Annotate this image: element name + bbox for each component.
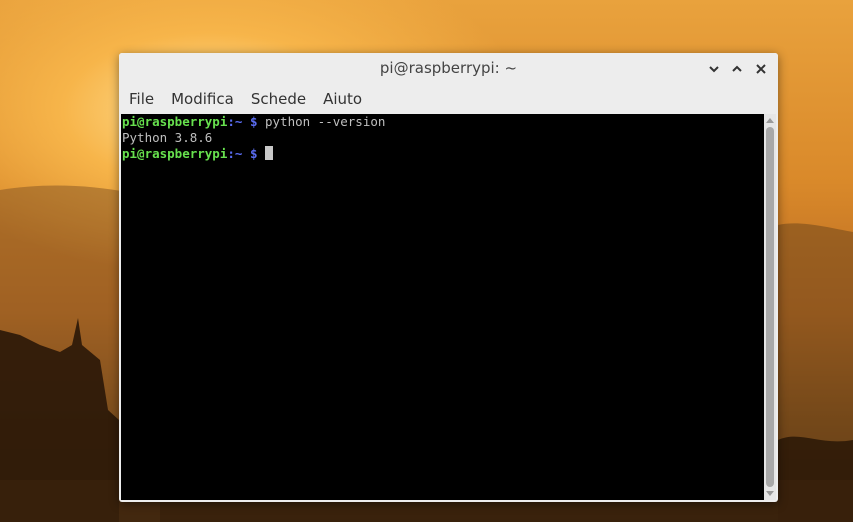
- terminal-line: pi@raspberrypi:~ $: [121, 146, 764, 162]
- prompt-symbol: $: [242, 114, 265, 129]
- terminal-line: Python 3.8.6: [121, 130, 764, 146]
- prompt-symbol: $: [242, 146, 265, 161]
- prompt-user: pi@raspberrypi: [122, 146, 228, 161]
- scroll-down-icon[interactable]: [764, 488, 776, 500]
- vertical-scrollbar[interactable]: [764, 114, 776, 500]
- close-icon[interactable]: [751, 59, 771, 79]
- prompt-path: :~: [227, 114, 243, 129]
- menu-schede[interactable]: Schede: [242, 84, 314, 114]
- minimize-icon[interactable]: [704, 59, 724, 79]
- prompt-user: pi@raspberrypi: [122, 114, 228, 129]
- menu-bar: File Modifica Schede Aiuto: [119, 84, 778, 114]
- terminal-line: pi@raspberrypi:~ $ python --version: [121, 114, 764, 130]
- command-output: Python 3.8.6: [122, 130, 213, 145]
- menu-aiuto[interactable]: Aiuto: [314, 84, 370, 114]
- menu-modifica[interactable]: Modifica: [162, 84, 242, 114]
- title-bar[interactable]: pi@raspberrypi: ~: [119, 53, 778, 84]
- terminal-window[interactable]: pi@raspberrypi: ~ File Modifica Schede A…: [119, 53, 778, 502]
- terminal-area[interactable]: pi@raspberrypi:~ $ python --version Pyth…: [121, 114, 764, 500]
- maximize-icon[interactable]: [727, 59, 747, 79]
- text-cursor: [265, 146, 273, 160]
- window-title: pi@raspberrypi: ~: [379, 59, 518, 77]
- command-text: python --version: [265, 114, 386, 129]
- scrollbar-thumb[interactable]: [766, 127, 774, 487]
- menu-file[interactable]: File: [119, 84, 162, 114]
- prompt-path: :~: [227, 146, 243, 161]
- scroll-up-icon[interactable]: [764, 114, 776, 126]
